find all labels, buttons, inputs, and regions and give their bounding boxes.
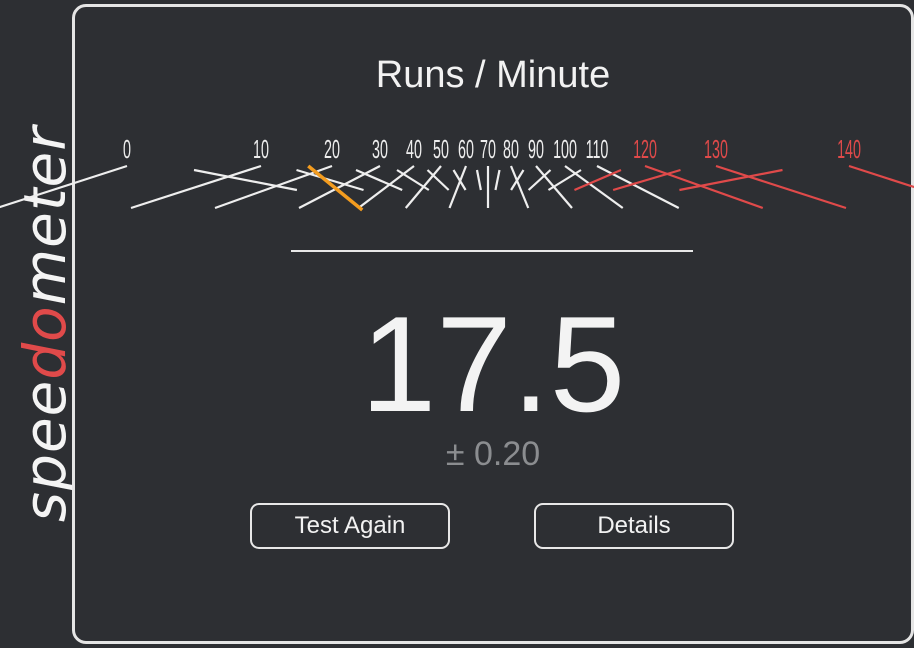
gauge-tick-label: 90	[528, 136, 544, 165]
divider	[291, 250, 693, 252]
gauge-tick-label: 80	[503, 136, 519, 165]
logo-prefix: spee	[11, 379, 79, 523]
score-error: ± 0.20	[445, 435, 541, 473]
gauge-tick-label: 110	[586, 136, 609, 165]
gauge-tick-label: 20	[324, 136, 340, 165]
gauge-tick-label: 70	[480, 136, 496, 165]
test-again-button[interactable]: Test Again	[250, 503, 450, 549]
gauge-tick-label: 10	[253, 136, 269, 165]
gauge-tick-label: 140	[837, 136, 861, 165]
gauge-major-tick	[848, 164, 914, 189]
gauge-tick-label: 100	[553, 136, 577, 165]
gauge-major-tick	[644, 164, 764, 210]
gauge-tick-label: 0	[123, 136, 131, 165]
gauge-minor-tick	[679, 168, 783, 192]
gauge-tick-label: 130	[704, 136, 728, 165]
details-button[interactable]: Details	[534, 503, 734, 549]
gauge-minor-tick	[193, 168, 298, 192]
gauge-tick-label: 50	[433, 136, 449, 165]
app-root: speedometer Runs / Minute 0 10 20 30 40 50 60 7…	[0, 0, 914, 648]
gauge-minor-tick	[574, 168, 622, 192]
gauge-minor-tick	[494, 169, 501, 191]
gauge-minor-tick	[547, 169, 582, 191]
gauge-tick-label: 30	[372, 136, 388, 165]
gauge-major-tick	[0, 164, 128, 209]
gauge-minor-tick	[475, 169, 482, 191]
score-value: 17.5	[360, 288, 626, 440]
gauge-tick-label: 40	[406, 136, 422, 165]
logo-accent: do	[11, 305, 79, 380]
gauge-major-tick	[596, 165, 680, 209]
gauge-major-tick	[130, 164, 262, 210]
gauge-major-tick	[715, 164, 847, 210]
gauge-major-tick	[404, 165, 442, 209]
gauge-tick-label: 60	[458, 136, 474, 165]
gauge-tick-label: 120	[633, 136, 657, 165]
speedometer-gauge: 0 10 20 30 40 50 60 70 80 90 100 110 120 130 140	[0, 136, 914, 212]
